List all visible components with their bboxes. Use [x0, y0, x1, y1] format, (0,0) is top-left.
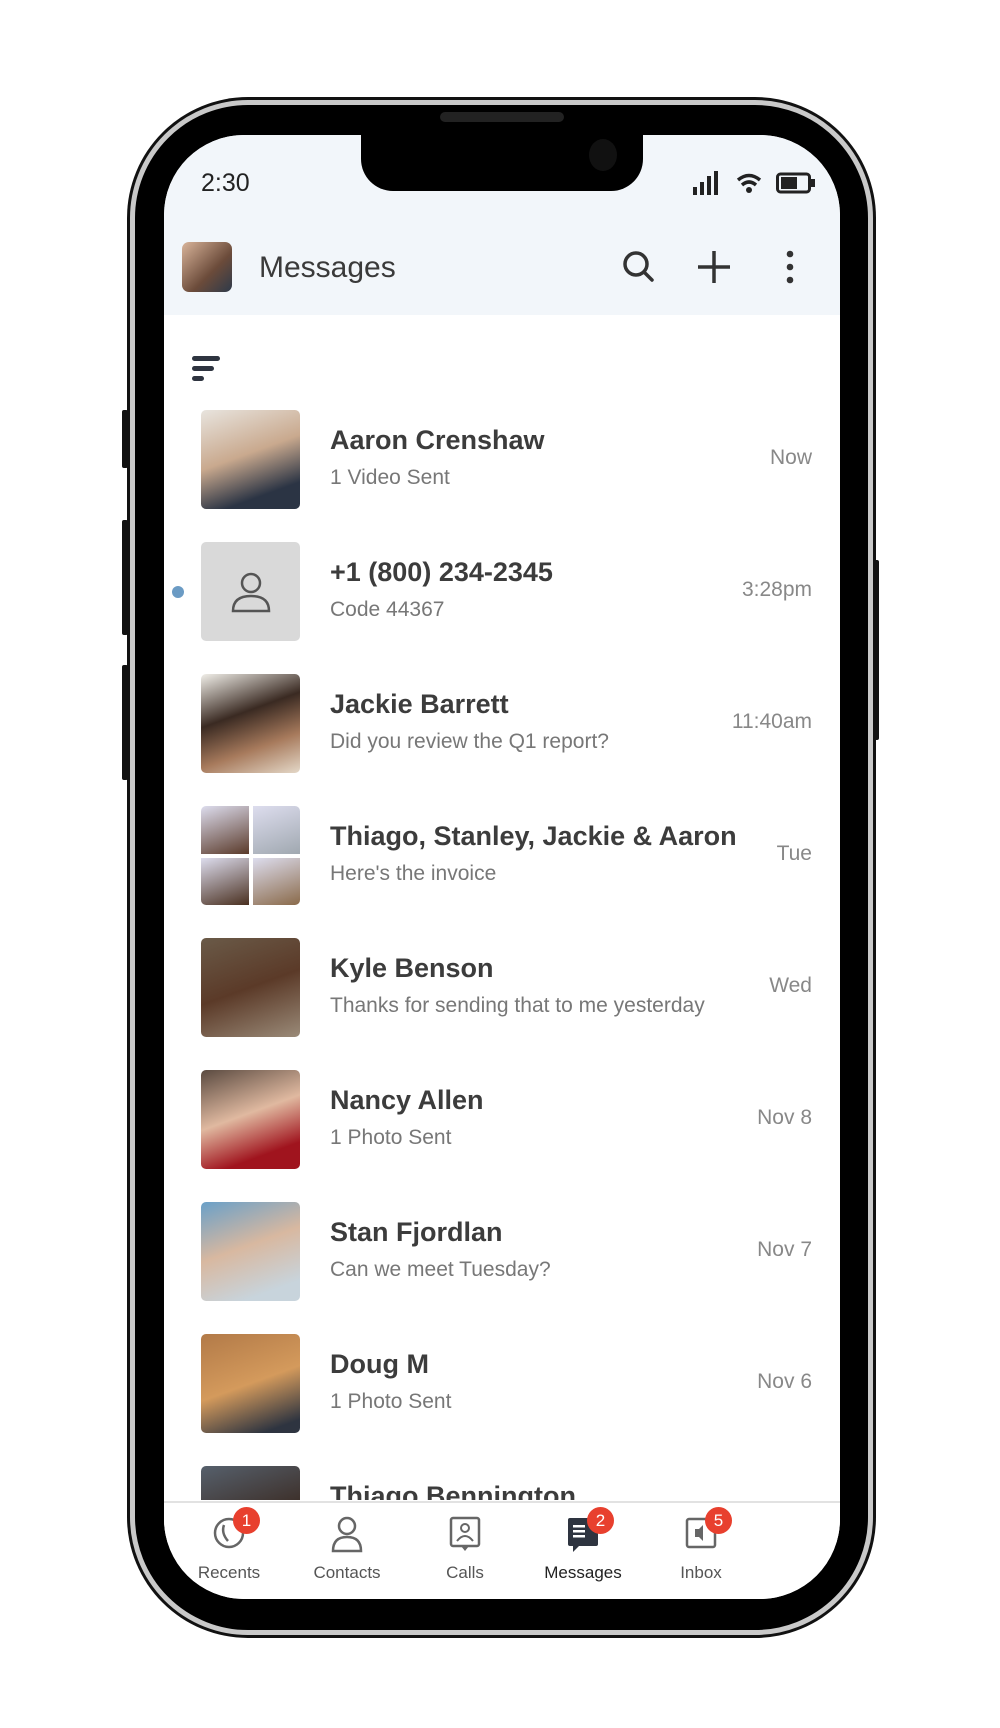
avatar — [201, 674, 300, 773]
new-message-plus-icon[interactable] — [694, 247, 734, 287]
group-avatar — [201, 806, 300, 905]
contact-name: +1 (800) 234-2345 — [330, 557, 553, 587]
tab-calls[interactable]: Calls — [405, 1515, 525, 1583]
status-icons — [692, 171, 816, 195]
more-options-icon[interactable] — [770, 247, 810, 287]
tab-label: Recents — [197, 1563, 261, 1582]
notification-badge: 5 — [705, 1507, 732, 1534]
calls-icon — [447, 1515, 483, 1555]
contacts-icon — [329, 1515, 365, 1555]
avatar — [201, 1466, 300, 1500]
volume-up-button — [122, 520, 128, 635]
tab-label: Calls — [446, 1563, 484, 1582]
contact-name: Thiago, Stanley, Jackie & Aaron — [330, 821, 737, 851]
unread-dot — [172, 586, 184, 598]
conversation-row[interactable]: +1 (800) 234-2345 Code 44367 3:28pm — [164, 542, 840, 674]
tab-messages[interactable]: 2 Messages — [523, 1507, 643, 1583]
power-button — [873, 560, 879, 740]
conversation-row[interactable]: Kyle Benson Thanks for sending that to me… — [164, 938, 840, 1070]
wifi-icon — [736, 173, 762, 193]
contact-name: Nancy Allen — [330, 1085, 484, 1115]
tab-label: Contacts — [313, 1563, 381, 1582]
message-date: Now — [769, 446, 812, 469]
signal-icon — [693, 171, 718, 195]
message-preview: Code 44367 — [330, 598, 445, 621]
notification-badge: 2 — [587, 1507, 614, 1534]
avatar — [201, 410, 300, 509]
contact-name: Stan Fjordlan — [330, 1217, 503, 1247]
contact-name: Thiago Bennington — [330, 1481, 576, 1500]
message-preview: 1 Photo Sent — [330, 1390, 452, 1413]
avatar — [201, 1070, 300, 1169]
tab-label: Inbox — [680, 1563, 722, 1582]
contact-name: Kyle Benson — [330, 953, 494, 983]
bottom-tab-bar: 1 Recents Contacts Calls 2 Messages 5 Inbox — [164, 1501, 840, 1599]
person-placeholder-icon — [231, 572, 270, 612]
user-avatar[interactable] — [182, 242, 232, 292]
tab-recents[interactable]: 1 Recents — [169, 1507, 289, 1583]
message-date: Wed — [769, 974, 812, 997]
avatar — [201, 938, 300, 1037]
conversation-row[interactable]: Aaron Crenshaw 1 Video Sent Now — [164, 410, 840, 542]
conversation-row[interactable]: Stan Fjordlan Can we meet Tuesday? Nov 7 — [164, 1202, 840, 1334]
tab-label: Messages — [544, 1563, 622, 1582]
group-avatar-tile — [201, 806, 249, 854]
tab-contacts[interactable]: Contacts — [287, 1515, 407, 1583]
contact-name: Doug M — [330, 1349, 429, 1379]
search-icon[interactable] — [619, 247, 659, 287]
contact-name: Aaron Crenshaw — [330, 425, 545, 455]
contact-name: Jackie Barrett — [330, 689, 509, 719]
message-date: Tue — [776, 842, 812, 865]
conversation-row[interactable]: Thiago Bennington — [164, 1466, 840, 1500]
message-preview: Here's the invoice — [330, 862, 497, 885]
mute-switch — [122, 410, 128, 468]
battery-icon — [776, 172, 815, 194]
conversation-row[interactable]: Thiago, Stanley, Jackie & Aaron Here's th… — [164, 806, 840, 938]
page-title: Messages — [259, 251, 396, 284]
notch — [361, 135, 643, 191]
message-preview: 1 Photo Sent — [330, 1126, 452, 1149]
speaker — [440, 112, 564, 122]
conversation-row[interactable]: Nancy Allen 1 Photo Sent Nov 8 — [164, 1070, 840, 1202]
message-date: Nov 7 — [757, 1238, 812, 1261]
message-preview: 1 Video Sent — [330, 466, 450, 489]
message-preview: Can we meet Tuesday? — [330, 1258, 551, 1281]
message-date: 3:28pm — [741, 578, 812, 601]
conversation-row[interactable]: Jackie Barrett Did you review the Q1 repo… — [164, 674, 840, 806]
group-avatar-tile — [252, 806, 300, 854]
conversation-list: Aaron Crenshaw 1 Video Sent Now +1 (800) 23… — [164, 315, 840, 1500]
message-date: 11:40am — [731, 710, 812, 733]
message-date: Nov 6 — [757, 1370, 812, 1393]
screen: 2:30 Messages Aaron Crenshaw 1 Video Sent… — [164, 135, 840, 1599]
volume-down-button — [122, 665, 128, 780]
notification-badge: 1 — [233, 1507, 260, 1534]
avatar — [201, 542, 300, 641]
avatar — [201, 1334, 300, 1433]
tab-inbox[interactable]: 5 Inbox — [641, 1507, 761, 1583]
message-preview: Did you review the Q1 report? — [330, 730, 609, 753]
avatar — [201, 1202, 300, 1301]
conversation-row[interactable]: Doug M 1 Photo Sent Nov 6 — [164, 1334, 840, 1466]
message-date: Nov 8 — [757, 1106, 812, 1129]
status-time: 2:30 — [201, 169, 250, 197]
camera — [589, 139, 617, 171]
group-avatar-tile — [252, 857, 300, 905]
group-avatar-tile — [201, 857, 249, 905]
message-preview: Thanks for sending that to me yesterday — [330, 994, 705, 1017]
sort-filter-icon[interactable] — [192, 355, 222, 383]
